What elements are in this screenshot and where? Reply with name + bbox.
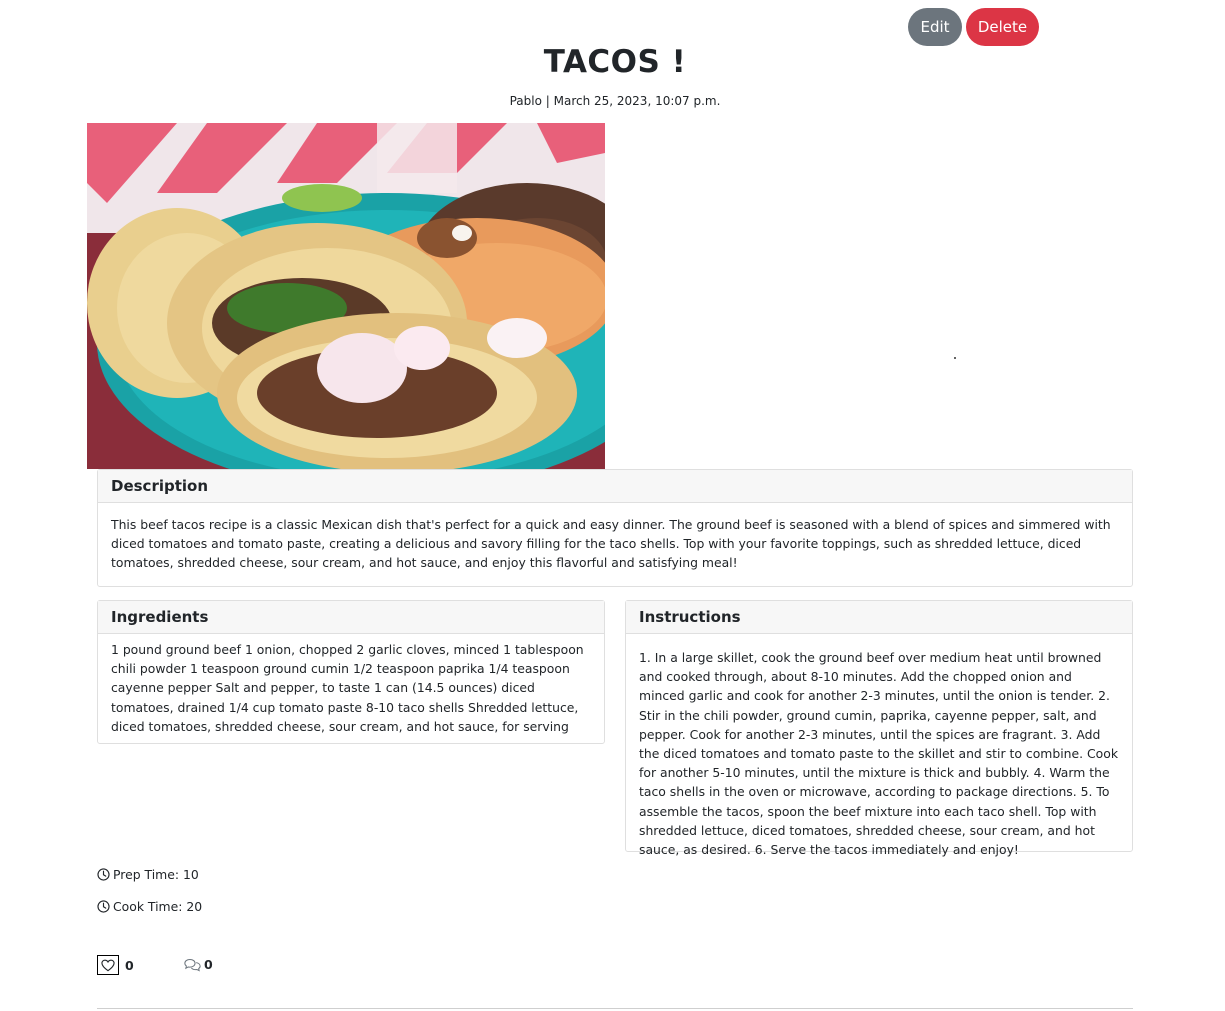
ingredients-header: Ingredients [98, 601, 604, 634]
instructions-card: Instructions 1. In a large skillet, cook… [625, 600, 1133, 857]
like-count: 0 [125, 957, 134, 973]
description-header: Description [98, 470, 1132, 503]
stray-dot [954, 357, 956, 359]
clock-icon [97, 868, 110, 881]
edit-button[interactable]: Edit [908, 8, 962, 46]
heart-icon [101, 959, 115, 971]
ingredients-text: 1 pound ground beef 1 onion, chopped 2 g… [111, 642, 584, 734]
ingredients-card: Ingredients 1 pound ground beef 1 onion,… [97, 600, 605, 744]
comment-count: 0 [204, 957, 213, 972]
prep-time-label: Prep Time: 10 [113, 867, 199, 882]
instructions-text: 1. In a large skillet, cook the ground b… [639, 650, 1118, 858]
prep-time: Prep Time: 10 [97, 867, 199, 882]
description-card: Description This beef tacos recipe is a … [97, 469, 1133, 587]
clock-icon [97, 900, 110, 913]
cook-time: Cook Time: 20 [97, 899, 202, 914]
recipe-image [87, 123, 605, 469]
instructions-header: Instructions [626, 601, 1132, 634]
tacos-photo [87, 123, 605, 469]
post-actions: Edit Delete [908, 8, 1039, 46]
likes: 0 [97, 955, 134, 975]
recipe-title: TACOS ! [543, 44, 687, 80]
post-meta: Pablo | March 25, 2023, 10:07 p.m. [509, 94, 721, 108]
description-text: This beef tacos recipe is a classic Mexi… [111, 517, 1111, 571]
cook-time-label: Cook Time: 20 [113, 899, 203, 914]
delete-button[interactable]: Delete [966, 8, 1039, 46]
comments: 0 [184, 957, 213, 972]
divider [97, 1008, 1133, 1009]
comments-icon [184, 958, 201, 972]
like-button[interactable] [97, 955, 119, 975]
